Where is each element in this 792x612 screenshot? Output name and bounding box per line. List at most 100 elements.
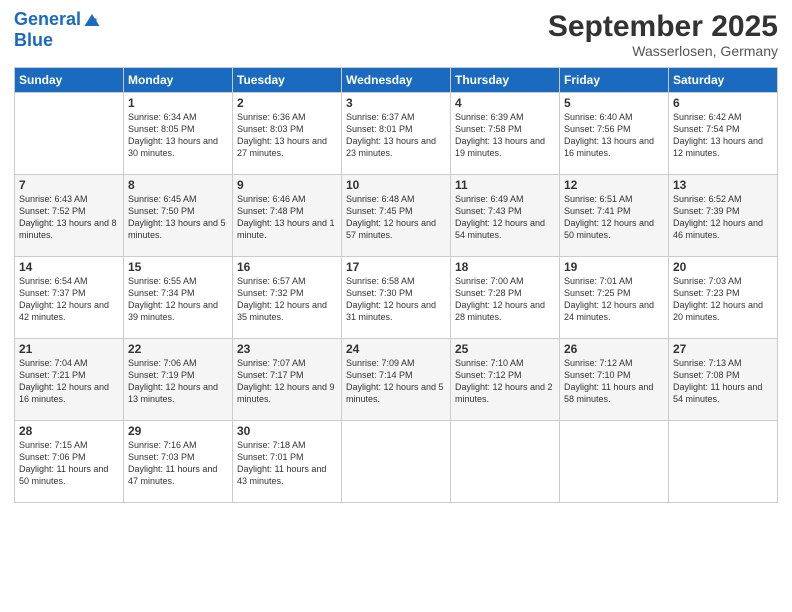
day-number: 8 [128,178,228,192]
calendar-cell: 6Sunrise: 6:42 AMSunset: 7:54 PMDaylight… [669,93,778,175]
cell-content: Sunrise: 6:45 AMSunset: 7:50 PMDaylight:… [128,193,228,242]
day-number: 19 [564,260,664,274]
day-number: 15 [128,260,228,274]
cell-content: Sunrise: 7:09 AMSunset: 7:14 PMDaylight:… [346,357,446,406]
day-number: 27 [673,342,773,356]
calendar-cell: 18Sunrise: 7:00 AMSunset: 7:28 PMDayligh… [451,257,560,339]
cell-content: Sunrise: 7:18 AMSunset: 7:01 PMDaylight:… [237,439,337,488]
day-number: 12 [564,178,664,192]
cell-content: Sunrise: 6:52 AMSunset: 7:39 PMDaylight:… [673,193,773,242]
day-number: 20 [673,260,773,274]
cell-content: Sunrise: 7:12 AMSunset: 7:10 PMDaylight:… [564,357,664,406]
day-number: 6 [673,96,773,110]
cell-content: Sunrise: 7:15 AMSunset: 7:06 PMDaylight:… [19,439,119,488]
calendar-cell: 19Sunrise: 7:01 AMSunset: 7:25 PMDayligh… [560,257,669,339]
header-cell-friday: Friday [560,68,669,93]
calendar-cell: 30Sunrise: 7:18 AMSunset: 7:01 PMDayligh… [233,421,342,503]
day-number: 9 [237,178,337,192]
logo-icon [83,11,101,29]
day-number: 24 [346,342,446,356]
calendar-cell: 3Sunrise: 6:37 AMSunset: 8:01 PMDaylight… [342,93,451,175]
day-number: 17 [346,260,446,274]
calendar-row: 21Sunrise: 7:04 AMSunset: 7:21 PMDayligh… [15,339,778,421]
day-number: 1 [128,96,228,110]
day-number: 28 [19,424,119,438]
day-number: 3 [346,96,446,110]
cell-content: Sunrise: 7:10 AMSunset: 7:12 PMDaylight:… [455,357,555,406]
day-number: 14 [19,260,119,274]
cell-content: Sunrise: 7:07 AMSunset: 7:17 PMDaylight:… [237,357,337,406]
cell-content: Sunrise: 7:06 AMSunset: 7:19 PMDaylight:… [128,357,228,406]
day-number: 30 [237,424,337,438]
cell-content: Sunrise: 6:57 AMSunset: 7:32 PMDaylight:… [237,275,337,324]
day-number: 5 [564,96,664,110]
cell-content: Sunrise: 6:43 AMSunset: 7:52 PMDaylight:… [19,193,119,242]
cell-content: Sunrise: 6:51 AMSunset: 7:41 PMDaylight:… [564,193,664,242]
logo: General Blue [14,10,101,51]
day-number: 29 [128,424,228,438]
day-number: 4 [455,96,555,110]
day-number: 7 [19,178,119,192]
day-number: 18 [455,260,555,274]
calendar-cell [451,421,560,503]
calendar-cell: 9Sunrise: 6:46 AMSunset: 7:48 PMDaylight… [233,175,342,257]
header-cell-thursday: Thursday [451,68,560,93]
logo-text: General [14,10,81,30]
page: General Blue September 2025 Wasserlosen,… [0,0,792,612]
calendar-cell [342,421,451,503]
day-number: 25 [455,342,555,356]
header: General Blue September 2025 Wasserlosen,… [14,10,778,59]
cell-content: Sunrise: 6:46 AMSunset: 7:48 PMDaylight:… [237,193,337,242]
day-number: 21 [19,342,119,356]
calendar-cell: 4Sunrise: 6:39 AMSunset: 7:58 PMDaylight… [451,93,560,175]
calendar-cell: 14Sunrise: 6:54 AMSunset: 7:37 PMDayligh… [15,257,124,339]
calendar-table: SundayMondayTuesdayWednesdayThursdayFrid… [14,67,778,503]
calendar-cell [560,421,669,503]
header-cell-sunday: Sunday [15,68,124,93]
calendar-cell: 20Sunrise: 7:03 AMSunset: 7:23 PMDayligh… [669,257,778,339]
calendar-cell: 7Sunrise: 6:43 AMSunset: 7:52 PMDaylight… [15,175,124,257]
header-cell-tuesday: Tuesday [233,68,342,93]
cell-content: Sunrise: 6:55 AMSunset: 7:34 PMDaylight:… [128,275,228,324]
calendar-cell: 27Sunrise: 7:13 AMSunset: 7:08 PMDayligh… [669,339,778,421]
title-area: September 2025 Wasserlosen, Germany [548,10,778,59]
calendar-cell: 22Sunrise: 7:06 AMSunset: 7:19 PMDayligh… [124,339,233,421]
day-number: 26 [564,342,664,356]
calendar-cell [15,93,124,175]
day-number: 22 [128,342,228,356]
calendar-row: 7Sunrise: 6:43 AMSunset: 7:52 PMDaylight… [15,175,778,257]
calendar-cell: 10Sunrise: 6:48 AMSunset: 7:45 PMDayligh… [342,175,451,257]
calendar-cell: 12Sunrise: 6:51 AMSunset: 7:41 PMDayligh… [560,175,669,257]
header-row: SundayMondayTuesdayWednesdayThursdayFrid… [15,68,778,93]
cell-content: Sunrise: 6:49 AMSunset: 7:43 PMDaylight:… [455,193,555,242]
logo-blue: Blue [14,30,101,51]
calendar-cell: 2Sunrise: 6:36 AMSunset: 8:03 PMDaylight… [233,93,342,175]
cell-content: Sunrise: 6:48 AMSunset: 7:45 PMDaylight:… [346,193,446,242]
calendar-cell: 25Sunrise: 7:10 AMSunset: 7:12 PMDayligh… [451,339,560,421]
cell-content: Sunrise: 7:04 AMSunset: 7:21 PMDaylight:… [19,357,119,406]
cell-content: Sunrise: 7:13 AMSunset: 7:08 PMDaylight:… [673,357,773,406]
calendar-cell [669,421,778,503]
calendar-row: 14Sunrise: 6:54 AMSunset: 7:37 PMDayligh… [15,257,778,339]
cell-content: Sunrise: 7:16 AMSunset: 7:03 PMDaylight:… [128,439,228,488]
day-number: 23 [237,342,337,356]
calendar-cell: 11Sunrise: 6:49 AMSunset: 7:43 PMDayligh… [451,175,560,257]
calendar-cell: 21Sunrise: 7:04 AMSunset: 7:21 PMDayligh… [15,339,124,421]
calendar-cell: 26Sunrise: 7:12 AMSunset: 7:10 PMDayligh… [560,339,669,421]
header-cell-monday: Monday [124,68,233,93]
calendar-row: 28Sunrise: 7:15 AMSunset: 7:06 PMDayligh… [15,421,778,503]
calendar-row: 1Sunrise: 6:34 AMSunset: 8:05 PMDaylight… [15,93,778,175]
cell-content: Sunrise: 6:37 AMSunset: 8:01 PMDaylight:… [346,111,446,160]
calendar-cell: 8Sunrise: 6:45 AMSunset: 7:50 PMDaylight… [124,175,233,257]
day-number: 11 [455,178,555,192]
cell-content: Sunrise: 6:36 AMSunset: 8:03 PMDaylight:… [237,111,337,160]
cell-content: Sunrise: 6:34 AMSunset: 8:05 PMDaylight:… [128,111,228,160]
cell-content: Sunrise: 6:40 AMSunset: 7:56 PMDaylight:… [564,111,664,160]
day-number: 13 [673,178,773,192]
calendar-cell: 28Sunrise: 7:15 AMSunset: 7:06 PMDayligh… [15,421,124,503]
cell-content: Sunrise: 6:54 AMSunset: 7:37 PMDaylight:… [19,275,119,324]
cell-content: Sunrise: 7:03 AMSunset: 7:23 PMDaylight:… [673,275,773,324]
day-number: 16 [237,260,337,274]
cell-content: Sunrise: 6:58 AMSunset: 7:30 PMDaylight:… [346,275,446,324]
calendar-cell: 16Sunrise: 6:57 AMSunset: 7:32 PMDayligh… [233,257,342,339]
